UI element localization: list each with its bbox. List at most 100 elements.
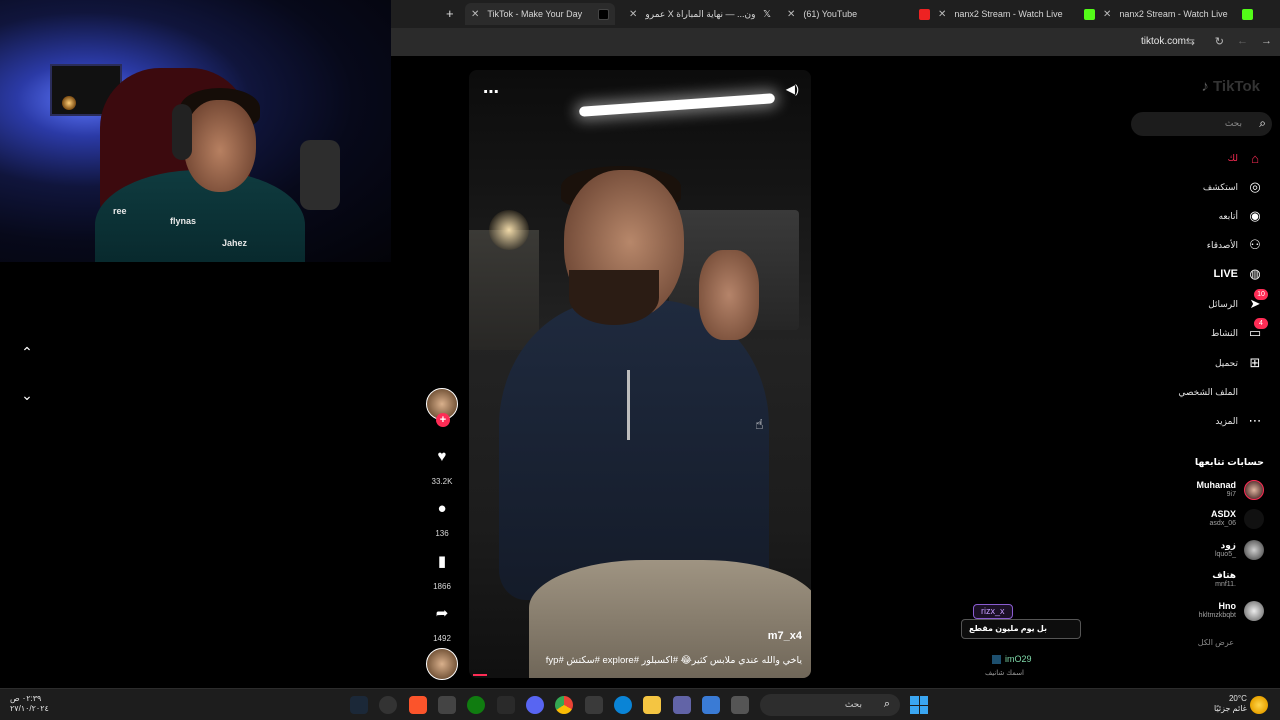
like-count: 33.2K: [431, 477, 453, 486]
nav-more[interactable]: المزيد ⋯: [1215, 411, 1264, 431]
discord-icon[interactable]: [526, 696, 544, 714]
nav-explore[interactable]: استكشف ◎: [1203, 177, 1264, 197]
following-account[interactable]: Hno hkltmzkbqbt: [1132, 599, 1272, 625]
see-all-link[interactable]: عرض الكل: [1198, 638, 1234, 647]
scroll-down-arrow[interactable]: ⌄: [18, 386, 36, 404]
more-icon: ⋯: [1248, 413, 1262, 428]
tab-stream-1[interactable]: ✕ nanx2 Stream - Watch Live: [919, 3, 1095, 25]
kick-favicon-icon: [1242, 8, 1253, 20]
streamer-webcam: ree flynas Jahez: [0, 0, 391, 262]
person-hand: [699, 250, 759, 340]
following-account[interactable]: ASDX asdx_06: [1132, 507, 1272, 533]
search-icon[interactable]: ⌕: [1259, 116, 1266, 131]
close-icon[interactable]: ✕: [1103, 9, 1111, 20]
following-account[interactable]: Muhanad 9i7: [1132, 478, 1272, 504]
xbox-icon[interactable]: [467, 696, 485, 714]
nav-activity[interactable]: النشاط ▭ 4: [1211, 318, 1268, 343]
close-icon[interactable]: ✕: [938, 9, 946, 20]
weather-icon: [1250, 696, 1268, 714]
close-icon[interactable]: ✕: [629, 9, 637, 20]
nav-friends[interactable]: الأصدقاء ⚇: [1207, 235, 1264, 255]
brave-icon[interactable]: [409, 696, 427, 714]
x-favicon-icon: 𝕏: [762, 8, 771, 20]
steam-icon[interactable]: [350, 696, 368, 714]
scroll-up-arrow[interactable]: ⌃: [18, 343, 36, 361]
creator-avatar[interactable]: +: [426, 388, 458, 427]
friends-icon: ⚇: [1249, 237, 1261, 252]
chrome-icon[interactable]: [555, 696, 573, 714]
store-icon[interactable]: [585, 696, 603, 714]
person-beard: [569, 270, 659, 325]
taskbar-clock[interactable]: ٠٢:٣٩ ص ٢٧/١٠/٢٠٢٤: [10, 694, 49, 714]
kick-favicon-icon: [1084, 8, 1095, 20]
copilot-icon[interactable]: [702, 696, 720, 714]
tiktok-note-icon: ♪: [1201, 78, 1209, 95]
chat-badge-icon: [992, 655, 1001, 665]
following-account[interactable]: هتاف mnf11.: [1132, 568, 1272, 594]
more-options-icon[interactable]: ⋯: [483, 82, 500, 102]
reload-icon[interactable]: ↻: [1215, 35, 1224, 48]
save-button[interactable]: ▮ 1866: [426, 552, 458, 591]
tiktok-logo[interactable]: ♪ TikTok: [1201, 78, 1260, 95]
headset: [172, 104, 192, 160]
person-torso: [499, 300, 769, 600]
nav-following[interactable]: أتابعه ◉: [1219, 206, 1264, 226]
url-text[interactable]: tiktok.com: [1141, 36, 1186, 47]
share-button[interactable]: ➦ 1492: [426, 604, 458, 643]
tab-match[interactable]: ✕ عمرو X ون... — نهاية المباراة 𝕏: [629, 3, 771, 25]
file-explorer-icon[interactable]: [643, 696, 661, 714]
avatar: [1244, 480, 1264, 500]
nav-live[interactable]: LIVE ◍: [1214, 264, 1264, 284]
taskbar-search[interactable]: بحث ⌕: [760, 694, 900, 716]
windows-start-icon[interactable]: [910, 696, 928, 714]
video-player[interactable]: ⋯ ◀) m7_x4 ياخي والله عندي ملابس كثير😂 #…: [469, 70, 811, 678]
address-bar: tiktok.com ⇆ ↻ ← →: [391, 28, 1280, 56]
avatar: [1244, 570, 1264, 590]
video-username[interactable]: m7_x4: [768, 630, 802, 642]
search-placeholder: بحث: [1224, 118, 1242, 128]
windows-taskbar: ٠٢:٣٩ ص ٢٧/١٠/٢٠٢٤ بحث ⌕ 20°C غائم جزئيً…: [0, 688, 1280, 720]
like-button[interactable]: ♥ 33.2K: [426, 448, 458, 486]
nav-messages[interactable]: الرسائل ➤ 10: [1208, 289, 1268, 314]
close-icon[interactable]: ✕: [787, 9, 795, 20]
task-view-icon[interactable]: [731, 696, 749, 714]
site-settings-icon[interactable]: ⇆: [1186, 35, 1195, 48]
weather-widget[interactable]: 20°C غائم جزئيًا: [1214, 694, 1247, 714]
following-account[interactable]: زود lquo5_: [1132, 538, 1272, 564]
background-lamp: [489, 210, 529, 250]
following-icon: ◉: [1249, 208, 1261, 223]
obs-icon[interactable]: [379, 696, 397, 714]
comment-button[interactable]: ● 136: [426, 500, 458, 538]
nav-for-you[interactable]: لك ⌂: [1228, 148, 1264, 168]
tab-tiktok[interactable]: ✕ TikTok - Make Your Day: [465, 3, 615, 25]
chat-username: imO29: [992, 654, 1032, 665]
sound-icon[interactable]: ◀): [786, 82, 799, 96]
bookmark-icon: ▮: [437, 553, 447, 570]
background-lamp: [62, 96, 76, 110]
video-progress-bar[interactable]: [473, 674, 487, 676]
new-tab-button[interactable]: +: [446, 6, 454, 21]
teams-icon[interactable]: [673, 696, 691, 714]
microphone: [300, 140, 340, 210]
avatar: [1244, 540, 1264, 560]
forward-icon[interactable]: ←: [1237, 35, 1248, 47]
avatar: [1244, 509, 1264, 529]
nav-upload[interactable]: تحميل ⊞: [1215, 353, 1264, 373]
youtube-favicon-icon: [919, 8, 930, 20]
search-icon: ⌕: [883, 698, 890, 710]
search-input[interactable]: بحث ⌕: [1131, 112, 1272, 136]
epic-games-icon[interactable]: [497, 696, 515, 714]
heart-icon: ♥: [437, 448, 447, 465]
tab-stream-2[interactable]: ✕ nanx2 Stream - Watch Live: [1103, 3, 1253, 25]
jersey-logo: flynas: [170, 216, 197, 226]
edge-icon[interactable]: [614, 696, 632, 714]
nav-profile[interactable]: الملف الشخصي: [1178, 382, 1264, 402]
tab-youtube[interactable]: ✕ (61) YouTube: [787, 3, 917, 25]
close-icon[interactable]: ✕: [471, 9, 479, 20]
chat-username: rizx_x: [973, 604, 1013, 619]
sound-avatar[interactable]: [426, 648, 458, 680]
follow-plus-icon[interactable]: +: [436, 413, 450, 427]
back-icon[interactable]: →: [1261, 35, 1272, 47]
upload-icon: ⊞: [1249, 355, 1261, 370]
app-icon[interactable]: [438, 696, 456, 714]
